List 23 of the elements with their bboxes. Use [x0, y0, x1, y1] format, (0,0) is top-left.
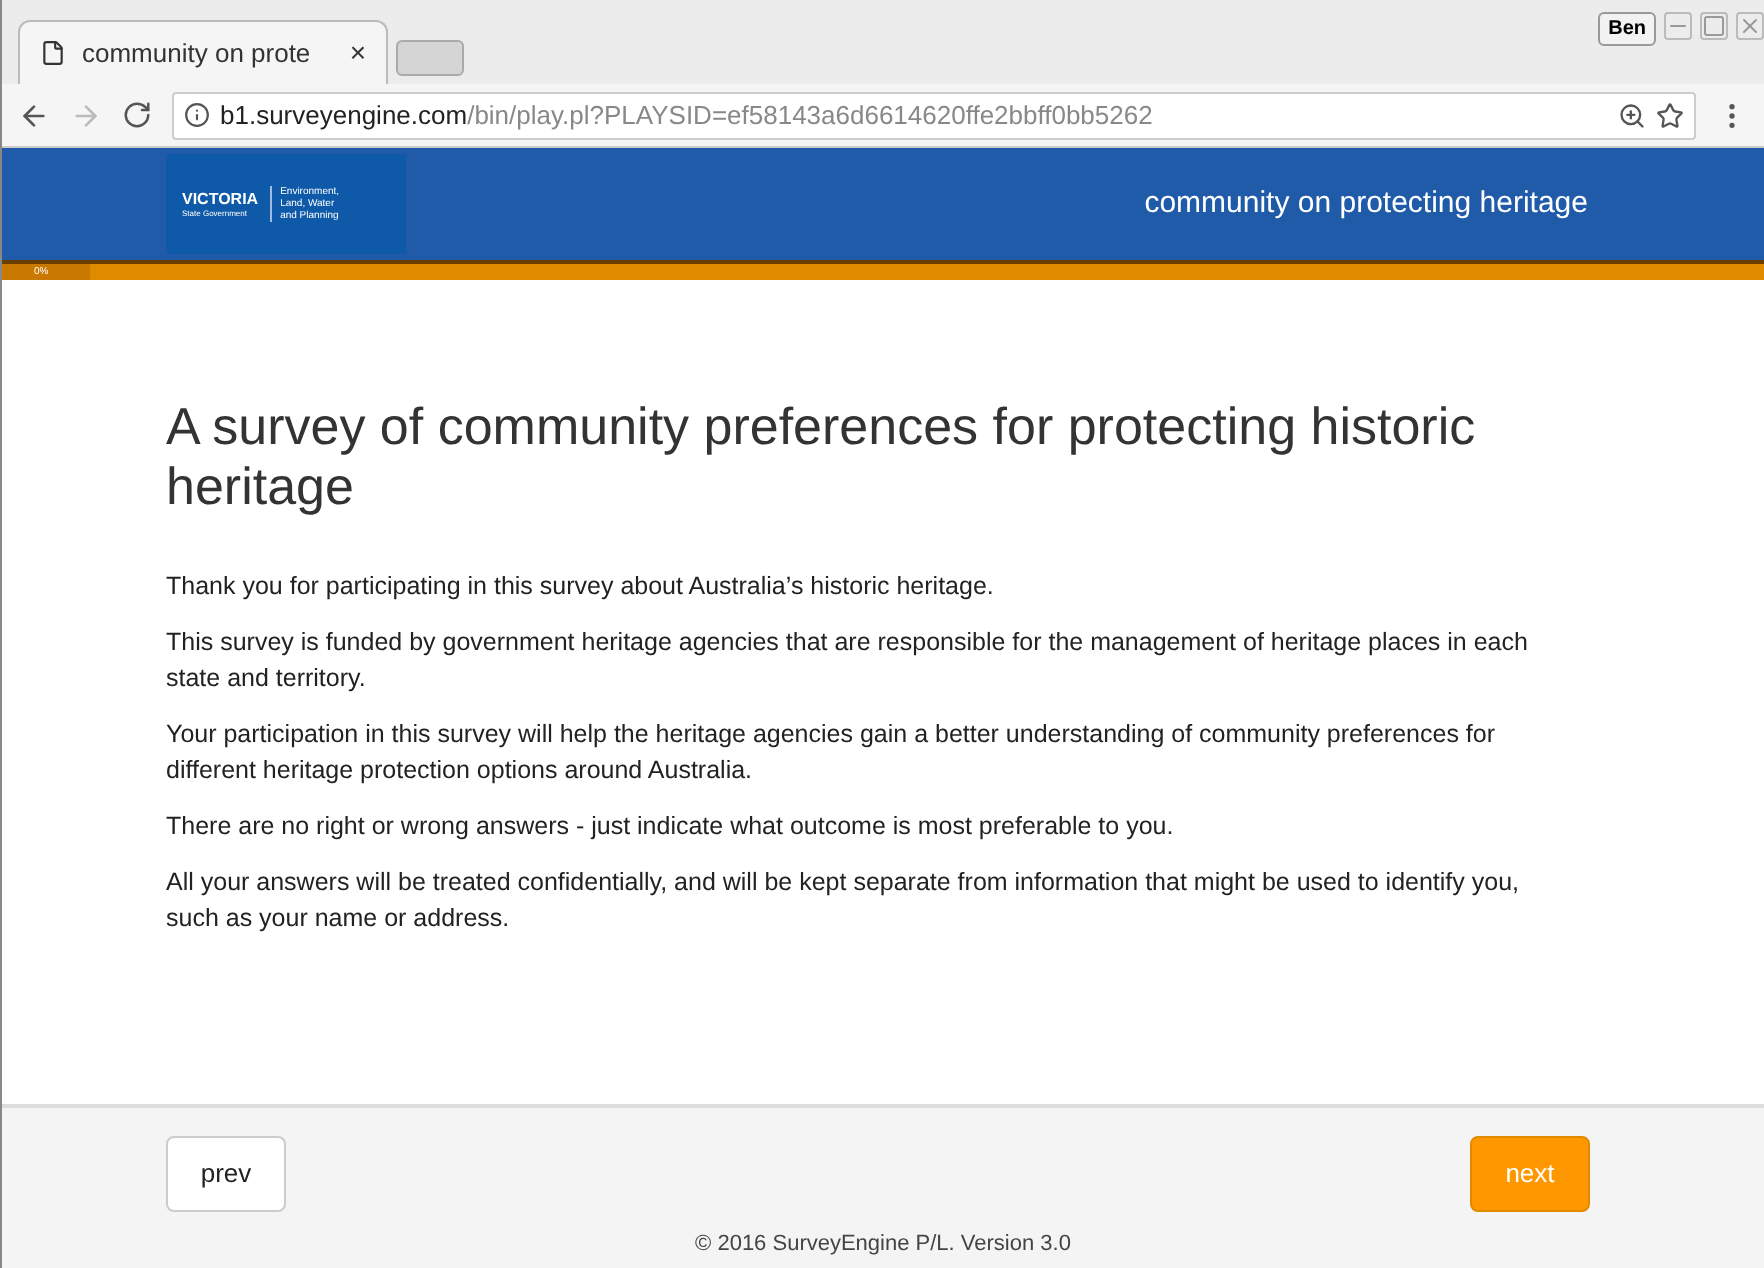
logo-name: VICTORIA	[182, 191, 259, 207]
paragraph: This survey is funded by government heritage agencies that are responsible for the management of heritage places in each state and territory.	[166, 626, 1530, 696]
url-path: /bin/play.pl?PLAYSID=ef58143a6d6614620ffe2bbff0bb5262	[467, 97, 1153, 134]
tab-close[interactable]: ×	[349, 32, 366, 74]
browser-tab[interactable]: community on prote ×	[18, 20, 388, 84]
paragraph: There are no right or wrong answers - just indicate what outcome is most preferable to you.	[166, 810, 1176, 844]
reload-icon[interactable]	[122, 100, 152, 130]
tab-title: community on prote	[82, 35, 311, 72]
address-bar[interactable]: b1.surveyengine.com/bin/play.pl?PLAYSID=ef58143a6d6614620ffe2bbff0bb5262	[172, 91, 1696, 139]
zoom-icon[interactable]	[1618, 101, 1646, 129]
user-badge[interactable]: Ben	[1598, 12, 1656, 46]
prev-button[interactable]: prev	[166, 1136, 286, 1212]
info-icon	[184, 102, 210, 128]
bookmark-icon[interactable]	[1656, 101, 1684, 129]
page-icon	[40, 40, 66, 66]
survey-title: community on protecting heritage	[1144, 183, 1588, 224]
paragraph: Your participation in this survey will help the heritage agencies gain a better understanding of community preferences for different heritage protection options around Australia.	[166, 718, 1498, 788]
page-heading: A survey of community preferences for protecting historic heritage	[166, 396, 1478, 516]
url-host: b1.surveyengine.com	[220, 97, 468, 134]
back-icon[interactable]	[18, 99, 50, 131]
copyright: © 2016 SurveyEngine P/L. Version 3.0	[693, 1230, 1073, 1260]
paragraph: Thank you for participating in this survey about Australia’s historic heritage.	[166, 570, 996, 604]
paragraph: All your answers will be treated confidentially, and will be kept separate from information that might be used to identify you, such as your name or address.	[166, 866, 1522, 936]
